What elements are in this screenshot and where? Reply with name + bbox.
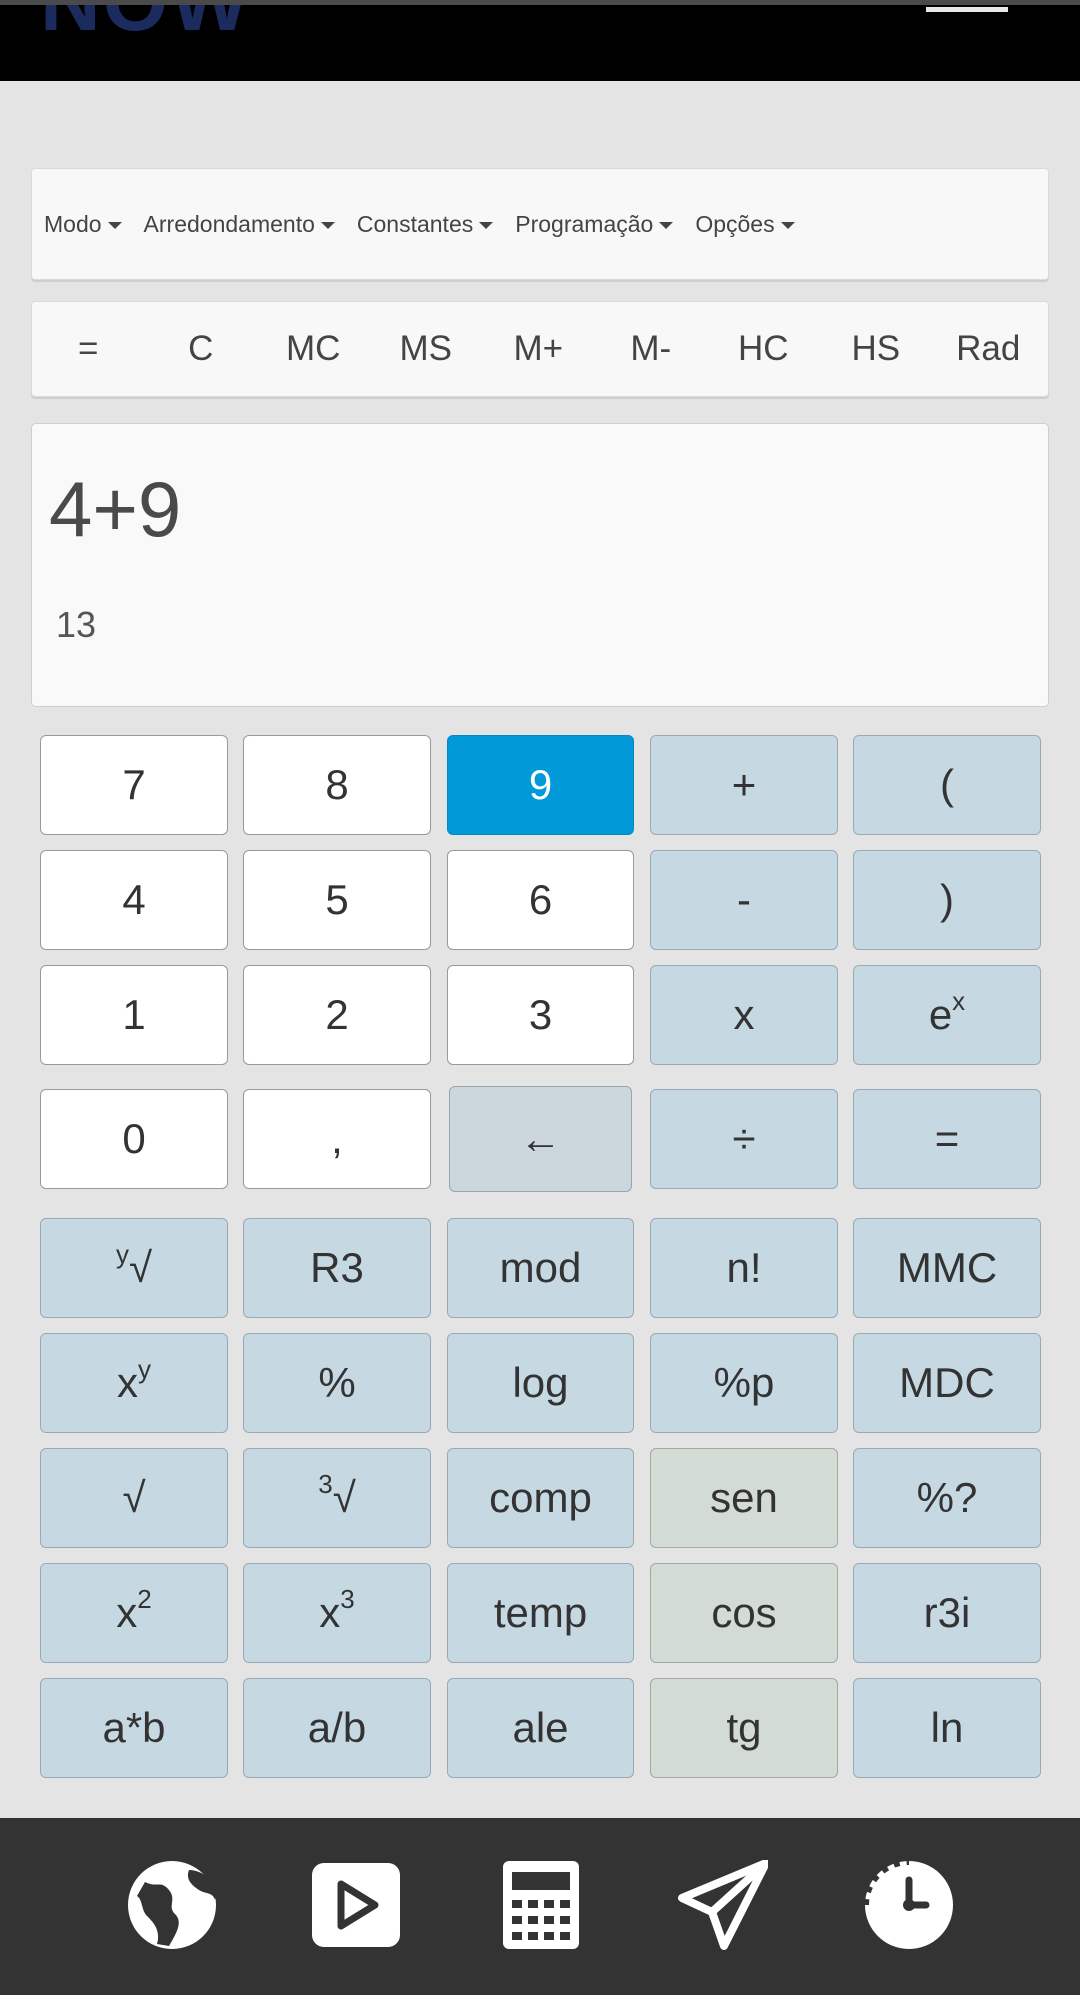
key-5[interactable]: 5 <box>243 850 431 950</box>
mem-equals-button[interactable]: = <box>32 329 145 369</box>
menu-modo[interactable]: Modo <box>44 211 122 238</box>
mem-clear-button[interactable]: C <box>145 329 258 369</box>
key-tg[interactable]: tg <box>650 1678 838 1778</box>
menu-label: Modo <box>44 210 102 237</box>
key-percent-q[interactable]: %? <box>853 1448 1041 1548</box>
key-ln[interactable]: ln <box>853 1678 1041 1778</box>
result-text: 13 <box>56 604 97 645</box>
mem-hc-button[interactable]: HC <box>707 329 820 369</box>
key-temp[interactable]: temp <box>447 1563 634 1663</box>
menu-bar: Modo Arredondamento Constantes Programaç… <box>31 168 1049 280</box>
key-power-sup: y <box>138 1353 151 1384</box>
menu-programacao[interactable]: Programação <box>515 210 674 238</box>
key-cube-root-index: 3 <box>318 1468 333 1499</box>
globe-icon[interactable] <box>127 1860 217 1950</box>
menu-label: Constantes <box>356 210 474 237</box>
key-power-base: x <box>117 1359 138 1406</box>
key-0[interactable]: 0 <box>40 1089 228 1189</box>
key-power[interactable]: xy <box>40 1333 228 1433</box>
key-9[interactable]: 9 <box>447 735 634 835</box>
key-factorial[interactable]: n! <box>650 1218 838 1318</box>
key-7[interactable]: 7 <box>40 735 228 835</box>
key-open-paren[interactable]: ( <box>853 735 1041 835</box>
key-mdc[interactable]: MDC <box>853 1333 1041 1433</box>
caret-down-icon <box>780 222 795 229</box>
key-4[interactable]: 4 <box>40 850 228 950</box>
key-exp-sup: x <box>952 985 966 1016</box>
memory-row: = C MC MS M+ M- HC HS Rad <box>31 301 1049 397</box>
caret-down-icon <box>659 222 674 229</box>
key-nth-root[interactable]: y √ <box>40 1218 228 1318</box>
key-mod[interactable]: mod <box>447 1218 634 1318</box>
key-cube-root-sign: √ <box>332 1474 356 1521</box>
caret-down-icon <box>479 222 494 229</box>
key-ale[interactable]: ale <box>447 1678 634 1778</box>
key-square[interactable]: x2 <box>40 1563 228 1663</box>
key-nth-root-sign: √ <box>128 1244 153 1291</box>
bottom-nav <box>0 1818 1080 1995</box>
key-a-times-b[interactable]: a*b <box>40 1678 228 1778</box>
menu-label: Arredondamento <box>143 210 315 237</box>
caret-down-icon <box>320 222 335 229</box>
key-multiply[interactable]: x <box>650 965 838 1065</box>
key-cos[interactable]: cos <box>650 1563 838 1663</box>
key-percent-p[interactable]: %p <box>650 1333 838 1433</box>
key-cube-sup: 3 <box>340 1583 355 1614</box>
key-comp[interactable]: comp <box>447 1448 634 1548</box>
mem-mplus-button[interactable]: M+ <box>482 329 595 369</box>
key-square-base: x <box>116 1589 138 1636</box>
mem-mminus-button[interactable]: M- <box>595 329 708 369</box>
key-a-div-b[interactable]: a/b <box>243 1678 431 1778</box>
hamburger-menu-icon[interactable] <box>926 7 1008 12</box>
mem-mc-button[interactable]: MC <box>257 329 370 369</box>
menu-label: Opções <box>695 210 775 237</box>
key-8[interactable]: 8 <box>243 735 431 835</box>
key-nth-root-index: y <box>115 1238 129 1269</box>
caret-down-icon <box>107 222 122 229</box>
key-cube[interactable]: x3 <box>243 1563 431 1663</box>
key-sen[interactable]: sen <box>650 1448 838 1548</box>
mem-hs-button[interactable]: HS <box>820 329 933 369</box>
app-logo: NOW <box>40 0 252 48</box>
key-exp-base: e <box>928 991 953 1038</box>
key-square-sup: 2 <box>137 1583 152 1614</box>
key-divide[interactable]: ÷ <box>650 1089 838 1189</box>
key-cube-base: x <box>319 1589 341 1636</box>
key-cube-root[interactable]: 3 √ <box>243 1448 431 1548</box>
menu-constantes[interactable]: Constantes <box>356 210 494 238</box>
key-3[interactable]: 3 <box>447 965 634 1065</box>
key-minus[interactable]: - <box>650 850 838 950</box>
mem-rad-button[interactable]: Rad <box>932 329 1045 369</box>
key-log[interactable]: log <box>447 1333 634 1433</box>
key-percent[interactable]: % <box>243 1333 431 1433</box>
key-plus[interactable]: + <box>650 735 838 835</box>
key-exp[interactable]: ex <box>853 965 1041 1065</box>
key-mmc[interactable]: MMC <box>853 1218 1041 1318</box>
key-r3i[interactable]: r3i <box>853 1563 1041 1663</box>
timer-icon[interactable] <box>864 1860 954 1950</box>
send-icon[interactable] <box>678 1860 768 1950</box>
calculator-display[interactable]: 4+9 13 <box>31 423 1049 707</box>
key-backspace[interactable]: ← <box>449 1086 632 1192</box>
top-bar: NOW <box>0 0 1080 81</box>
menu-opcoes[interactable]: Opções <box>695 210 795 238</box>
key-1[interactable]: 1 <box>40 965 228 1065</box>
menu-arredondamento[interactable]: Arredondamento <box>144 211 335 238</box>
calculator-icon[interactable] <box>496 1860 586 1950</box>
key-6[interactable]: 6 <box>447 850 634 950</box>
play-icon[interactable] <box>311 1860 401 1950</box>
key-close-paren[interactable]: ) <box>853 850 1041 950</box>
menu-label: Programação <box>515 210 654 237</box>
key-comma[interactable]: , <box>243 1089 431 1189</box>
expression-text: 4+9 <box>49 465 182 553</box>
key-sqrt[interactable]: √ <box>40 1448 228 1548</box>
key-2[interactable]: 2 <box>243 965 431 1065</box>
mem-ms-button[interactable]: MS <box>370 329 483 369</box>
key-r3[interactable]: R3 <box>243 1218 431 1318</box>
key-equals[interactable]: = <box>853 1089 1041 1189</box>
